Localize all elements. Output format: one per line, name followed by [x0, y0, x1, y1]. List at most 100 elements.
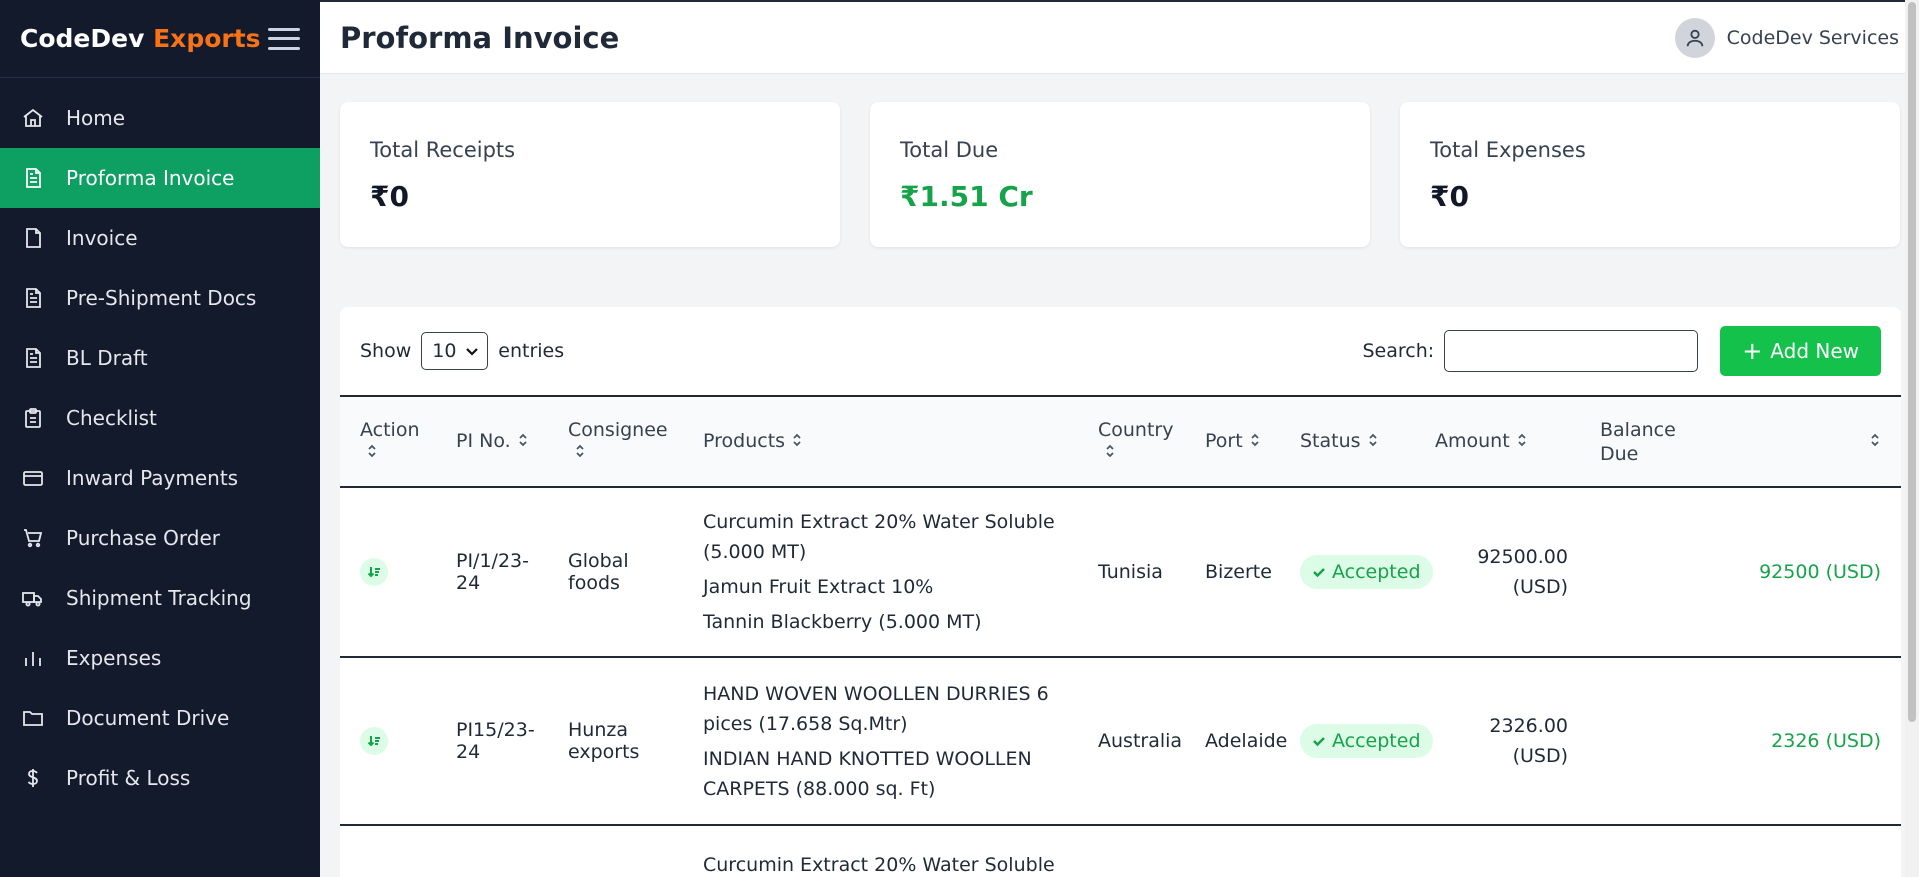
plus-icon: +	[1742, 337, 1763, 365]
sidebar-item-shipment-tracking[interactable]: Shipment Tracking	[0, 568, 320, 628]
sort-icon[interactable]	[1104, 442, 1116, 464]
check-icon	[1313, 568, 1325, 578]
action-cell	[340, 825, 436, 877]
action-cell	[340, 487, 436, 658]
column-header-label: Consignee	[568, 419, 668, 442]
stat-value: ₹0	[370, 180, 409, 213]
pi-no-cell[interactable]	[436, 825, 548, 877]
column-header-label: PI No.	[456, 430, 511, 453]
sidebar-item-home[interactable]: Home	[0, 88, 320, 148]
sidebar-item-label: Invoice	[66, 226, 138, 250]
page-title: Proforma Invoice	[340, 20, 620, 55]
expand-row-icon[interactable]	[360, 558, 388, 586]
credit-card-icon	[20, 465, 46, 491]
amount-cell: 92500.00 (USD)	[1415, 487, 1580, 658]
column-header-country[interactable]: Country	[1078, 397, 1185, 487]
sidebar-item-pre-shipment-docs[interactable]: Pre-Shipment Docs	[0, 268, 320, 328]
add-new-button[interactable]: + Add New	[1720, 326, 1881, 376]
page-size-select[interactable]: 10	[421, 332, 489, 370]
sidebar-item-profit-loss[interactable]: Profit & Loss	[0, 748, 320, 808]
document-icon	[20, 345, 46, 371]
proforma-table-panel: Show 10 entries Search: + Add New Action…	[340, 307, 1901, 877]
country-cell: Australia	[1078, 657, 1185, 826]
sort-icon[interactable]	[1367, 431, 1379, 453]
sort-icon[interactable]	[1249, 431, 1261, 453]
balance-due-cell: 92500 (USD)	[1580, 487, 1901, 658]
column-header-port[interactable]: Port	[1185, 397, 1280, 487]
column-header-label: Products	[703, 430, 786, 453]
sort-icon[interactable]	[517, 431, 529, 453]
action-cell	[340, 657, 436, 826]
column-header-label: Status	[1300, 430, 1361, 453]
sidebar-item-invoice[interactable]: Invoice	[0, 208, 320, 268]
products-cell: HAND WOVEN WOOLLEN DURRIES 6 pices (17.6…	[683, 657, 1078, 826]
sort-icon[interactable]	[574, 442, 586, 464]
user-icon	[1686, 29, 1703, 46]
product-item: Curcumin Extract 20% Water Soluble	[703, 854, 1055, 876]
stat-card-due: Total Due ₹1.51 Cr	[870, 102, 1370, 247]
consignee-cell	[548, 825, 683, 877]
sidebar-item-label: Document Drive	[66, 706, 230, 730]
table-row[interactable]: PI/1/23-24 Global foods Curcumin Extract 2…	[340, 487, 1901, 658]
sort-icon[interactable]	[791, 431, 803, 453]
status-label: Accepted	[1332, 730, 1421, 752]
status-badge: Accepted	[1300, 555, 1433, 589]
page-scrollbar[interactable]	[1905, 0, 1919, 877]
sort-icon[interactable]	[366, 442, 378, 464]
consignee-cell: Hunza exports	[548, 657, 683, 826]
brand-bar: CodeDev Exports	[0, 0, 320, 78]
sidebar-item-label: Profit & Loss	[66, 766, 191, 790]
brand-logo[interactable]: CodeDev Exports	[20, 24, 261, 53]
menu-toggle-icon[interactable]	[268, 27, 300, 50]
table-row[interactable]: PI15/23-24 Hunza exports HAND WOVEN WOOLLE…	[340, 657, 1901, 826]
sidebar-item-label: Home	[66, 106, 126, 130]
country-cell: Tunisia	[1078, 487, 1185, 658]
user-name: CodeDev Services	[1726, 26, 1899, 49]
sidebar-item-expenses[interactable]: Expenses	[0, 628, 320, 688]
product-item: Curcumin Extract 20% Water Soluble (5.00…	[703, 511, 1055, 563]
expand-row-icon[interactable]	[360, 727, 388, 755]
table-row[interactable]: Curcumin Extract 20% Water Soluble	[340, 825, 1901, 877]
scrollbar-thumb[interactable]	[1908, 2, 1916, 722]
avatar[interactable]	[1674, 17, 1715, 58]
file-icon	[20, 225, 46, 251]
brand-name: CodeDev	[20, 24, 145, 53]
column-header-action[interactable]: Action	[340, 397, 436, 487]
toolbar-actions: Search: + Add New	[1362, 326, 1881, 376]
sidebar-item-document-drive[interactable]: Document Drive	[0, 688, 320, 748]
column-header-status[interactable]: Status	[1280, 397, 1415, 487]
home-icon	[20, 105, 46, 131]
sidebar-item-label: BL Draft	[66, 346, 148, 370]
cart-icon	[20, 525, 46, 551]
sidebar-item-checklist[interactable]: Checklist	[0, 388, 320, 448]
entries-label: entries	[498, 340, 565, 362]
column-header-label: Balance Due	[1600, 418, 1676, 465]
sidebar-item-proforma-invoice[interactable]: Proforma Invoice	[0, 148, 320, 208]
product-item: Tannin Blackberry (5.000 MT)	[703, 611, 982, 633]
sidebar-item-purchase-order[interactable]: Purchase Order	[0, 508, 320, 568]
dollar-icon	[20, 765, 46, 791]
search-label: Search:	[1362, 340, 1435, 362]
check-icon	[1313, 737, 1325, 747]
sort-icon[interactable]	[1516, 431, 1528, 453]
sort-icon[interactable]	[1869, 431, 1881, 453]
column-header-consignee[interactable]: Consignee	[548, 397, 683, 487]
table-header-row: Action PI No. Consignee Products Country Port…	[340, 397, 1901, 487]
column-header-products[interactable]: Products	[683, 397, 1078, 487]
column-header-pi-no[interactable]: PI No.	[436, 397, 548, 487]
user-menu[interactable]: CodeDev Services	[1674, 17, 1899, 58]
pi-no-cell[interactable]: PI15/23-24	[436, 657, 548, 826]
search-input[interactable]	[1444, 330, 1699, 372]
pi-no-cell[interactable]: PI/1/23-24	[436, 487, 548, 658]
consignee-cell: Global foods	[548, 487, 683, 658]
folder-icon	[20, 705, 46, 731]
products-cell: Curcumin Extract 20% Water Soluble	[683, 825, 1078, 877]
top-header: Proforma Invoice CodeDev Services	[320, 0, 1919, 74]
sidebar-item-inward-payments[interactable]: Inward Payments	[0, 448, 320, 508]
stat-value: ₹1.51 Cr	[900, 180, 1033, 213]
column-header-amount[interactable]: Amount	[1415, 397, 1580, 487]
column-header-balance-due[interactable]: Balance Due	[1580, 397, 1901, 487]
sidebar-item-bl-draft[interactable]: BL Draft	[0, 328, 320, 388]
page-size-value: 10	[432, 340, 457, 362]
products-cell: Curcumin Extract 20% Water Soluble (5.00…	[683, 487, 1078, 658]
